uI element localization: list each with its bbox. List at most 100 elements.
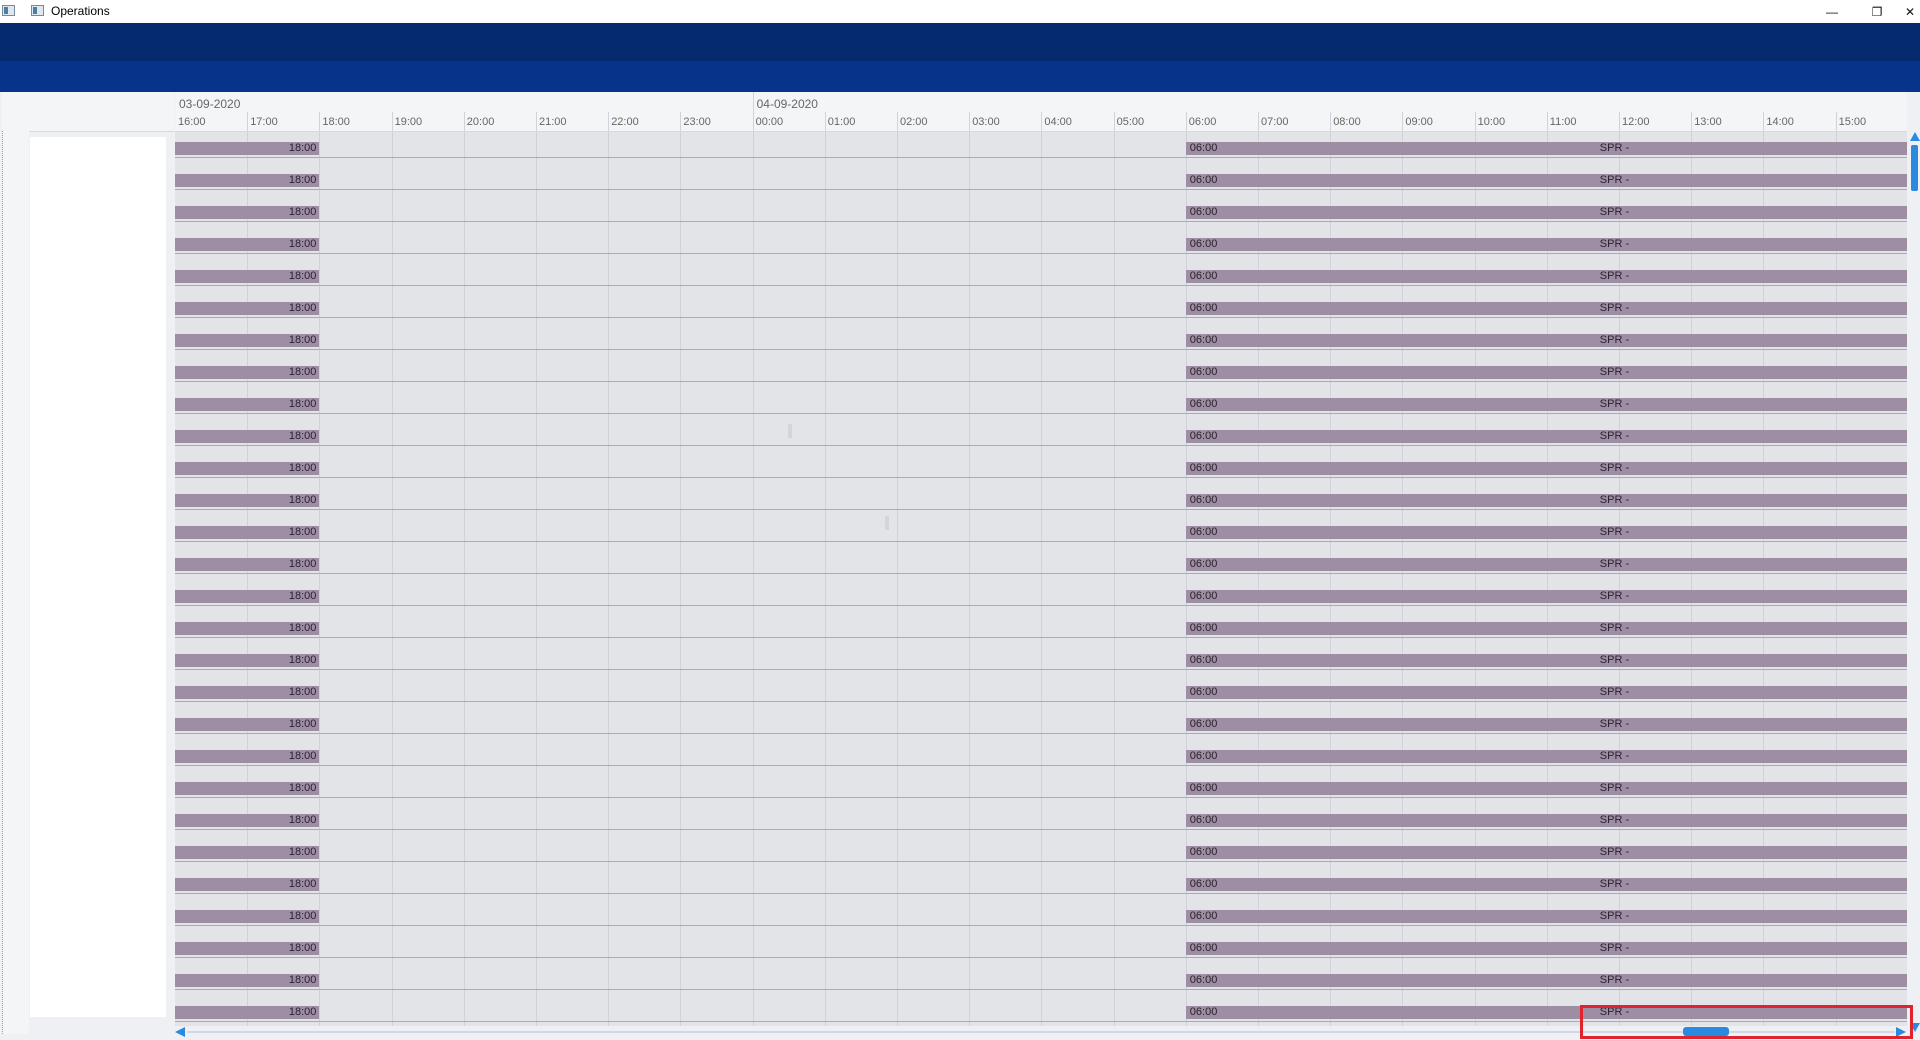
row-separator — [175, 861, 1907, 862]
shift-bar-right[interactable]: 06:00 SPR - — [1185, 462, 1907, 475]
row-separator — [175, 509, 1907, 510]
shift-bar-left[interactable]: 18:00 — [175, 846, 320, 859]
shift-bar-left[interactable]: 18:00 — [175, 462, 320, 475]
shift-bar-left[interactable]: 18:00 — [175, 718, 320, 731]
table-row[interactable]: 18:00 06:00 SPR - — [175, 270, 1907, 302]
shift-bar-right[interactable]: 06:00 SPR - — [1185, 494, 1907, 507]
minimize-button[interactable]: — — [1812, 0, 1852, 23]
shift-bar-left[interactable]: 18:00 — [175, 654, 320, 667]
shift-bar-right[interactable]: 06:00 SPR - — [1185, 270, 1907, 283]
shift-bar-left[interactable]: 18:00 — [175, 398, 320, 411]
shift-bar-left[interactable]: 18:00 — [175, 590, 320, 603]
table-row[interactable]: 18:00 06:00 SPR - — [175, 686, 1907, 718]
shift-bar-right[interactable]: 06:00 SPR - — [1185, 814, 1907, 827]
shift-bar-right[interactable]: 06:00 SPR - — [1185, 398, 1907, 411]
table-row[interactable]: 18:00 06:00 SPR - — [175, 718, 1907, 750]
shift-bar-right[interactable]: 06:00 SPR - — [1185, 590, 1907, 603]
shift-bar-left[interactable]: 18:00 — [175, 558, 320, 571]
arrow-up-icon[interactable] — [1910, 132, 1920, 141]
shift-bar-right[interactable]: 06:00 SPR - — [1185, 942, 1907, 955]
shift-bar-left[interactable]: 18:00 — [175, 334, 320, 347]
shift-bar-left[interactable]: 18:00 — [175, 814, 320, 827]
table-row[interactable]: 18:00 06:00 SPR - — [175, 174, 1907, 206]
vertical-scrollbar[interactable] — [1909, 132, 1920, 1033]
shift-bar-right[interactable]: 06:00 SPR - — [1185, 718, 1907, 731]
restore-button[interactable]: ❐ — [1857, 0, 1897, 23]
table-row[interactable]: 18:00 06:00 SPR - — [175, 558, 1907, 590]
shift-bar-right[interactable]: 06:00 SPR - — [1185, 846, 1907, 859]
table-row[interactable]: 18:00 06:00 SPR - — [175, 334, 1907, 366]
shift-bar-left[interactable]: 18:00 — [175, 366, 320, 379]
shift-bar-right[interactable]: 06:00 SPR - — [1185, 878, 1907, 891]
close-button[interactable]: ✕ — [1900, 0, 1920, 23]
shift-bar-right[interactable]: 06:00 SPR - — [1185, 654, 1907, 667]
shift-bar-left[interactable]: 18:00 — [175, 1006, 320, 1019]
shift-bar-left[interactable]: 18:00 — [175, 878, 320, 891]
shift-bar-left[interactable]: 18:00 — [175, 750, 320, 763]
shift-bar-right[interactable]: 06:00 SPR - — [1185, 622, 1907, 635]
shift-bar-left[interactable]: 18:00 — [175, 142, 320, 155]
shift-bar-left[interactable]: 18:00 — [175, 974, 320, 987]
table-row[interactable]: 18:00 06:00 SPR - — [175, 238, 1907, 270]
table-row[interactable]: 18:00 06:00 SPR - — [175, 654, 1907, 686]
table-row[interactable]: 18:00 06:00 SPR - — [175, 462, 1907, 494]
shift-bar-right[interactable]: 06:00 SPR - — [1185, 910, 1907, 923]
shift-bar-right[interactable]: 06:00 SPR - — [1185, 430, 1907, 443]
shift-bar-left[interactable]: 18:00 — [175, 270, 320, 283]
shift-title-label: SPR - — [1599, 974, 1630, 986]
table-row[interactable]: 18:00 06:00 SPR - — [175, 782, 1907, 814]
app-window-icon — [31, 5, 44, 16]
app-window-icon[interactable] — [2, 5, 15, 16]
shift-bar-left[interactable]: 18:00 — [175, 238, 320, 251]
shift-bar-left[interactable]: 18:00 — [175, 686, 320, 699]
shift-bar-left[interactable]: 18:00 — [175, 782, 320, 795]
shift-bar-right[interactable]: 06:00 SPR - — [1185, 238, 1907, 251]
table-row[interactable]: 18:00 06:00 SPR - — [175, 526, 1907, 558]
shift-bar-left[interactable]: 18:00 — [175, 302, 320, 315]
shift-bar-right[interactable]: 06:00 SPR - — [1185, 686, 1907, 699]
shift-bar-right[interactable]: 06:00 SPR - — [1185, 206, 1907, 219]
shift-bar-right[interactable]: 06:00 SPR - — [1185, 142, 1907, 155]
table-row[interactable]: 18:00 06:00 SPR - — [175, 494, 1907, 526]
table-row[interactable]: 18:00 06:00 SPR - — [175, 846, 1907, 878]
table-row[interactable]: 18:00 06:00 SPR - — [175, 974, 1907, 1006]
table-row[interactable]: 18:00 06:00 SPR - — [175, 814, 1907, 846]
table-row[interactable]: 18:00 06:00 SPR - — [175, 142, 1907, 174]
hour-separator — [247, 112, 249, 131]
shift-bar-left[interactable]: 18:00 — [175, 430, 320, 443]
table-row[interactable]: 18:00 06:00 SPR - — [175, 622, 1907, 654]
table-row[interactable]: 18:00 06:00 SPR - — [175, 206, 1907, 238]
shift-bar-right[interactable]: 06:00 SPR - — [1185, 558, 1907, 571]
table-row[interactable]: 18:00 06:00 SPR - — [175, 366, 1907, 398]
table-row[interactable]: 18:00 06:00 SPR - — [175, 430, 1907, 462]
shift-bar-left[interactable]: 18:00 — [175, 622, 320, 635]
shift-bar-right[interactable]: 06:00 SPR - — [1185, 334, 1907, 347]
shift-bar-right[interactable]: 06:00 SPR - — [1185, 174, 1907, 187]
shift-bar-right[interactable]: 06:00 SPR - — [1185, 302, 1907, 315]
table-row[interactable]: 18:00 06:00 SPR - — [175, 398, 1907, 430]
shift-bar-right[interactable]: 06:00 SPR - — [1185, 782, 1907, 795]
shift-start-label: 06:00 — [1189, 942, 1218, 954]
shift-bar-right[interactable]: 06:00 SPR - — [1185, 974, 1907, 987]
hour-separator — [1402, 112, 1404, 131]
table-row[interactable]: 18:00 06:00 SPR - — [175, 590, 1907, 622]
arrow-left-icon[interactable] — [175, 1027, 185, 1037]
shift-bar-left[interactable]: 18:00 — [175, 910, 320, 923]
table-row[interactable]: 18:00 06:00 SPR - — [175, 750, 1907, 782]
table-row[interactable]: 18:00 06:00 SPR - — [175, 910, 1907, 942]
vertical-scroll-thumb[interactable] — [1911, 145, 1918, 191]
table-row[interactable]: 18:00 06:00 SPR - — [175, 942, 1907, 974]
table-row[interactable]: 18:00 06:00 SPR - — [175, 878, 1907, 910]
shift-bar-right[interactable]: 06:00 SPR - — [1185, 366, 1907, 379]
shift-title-label: SPR - — [1599, 398, 1630, 410]
shift-title-label: SPR - — [1599, 334, 1630, 346]
shift-bar-left[interactable]: 18:00 — [175, 494, 320, 507]
shift-bar-left[interactable]: 18:00 — [175, 174, 320, 187]
shift-bar-left[interactable]: 18:00 — [175, 526, 320, 539]
shift-bar-left[interactable]: 18:00 — [175, 206, 320, 219]
table-row[interactable]: 18:00 06:00 SPR - — [175, 302, 1907, 334]
shift-bar-right[interactable]: 06:00 SPR - — [1185, 750, 1907, 763]
shift-bar-left[interactable]: 18:00 — [175, 942, 320, 955]
shift-bar-right[interactable]: 06:00 SPR - — [1185, 526, 1907, 539]
schedule-grid[interactable]: 18:00 06:00 SPR - 18:00 06:00 SPR - 18:00 06:00… — [175, 132, 1907, 1033]
